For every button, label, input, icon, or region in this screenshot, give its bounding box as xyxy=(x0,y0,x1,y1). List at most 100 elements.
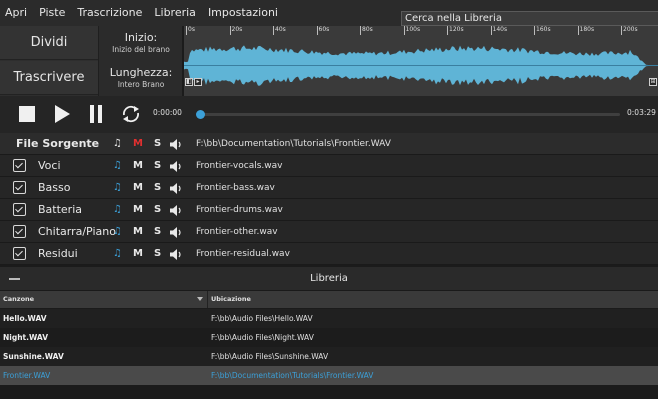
speaker-icon[interactable] xyxy=(170,249,182,260)
library-table-header: Canzone Ubicazione xyxy=(0,291,658,308)
ruler-tick xyxy=(490,26,492,35)
ruler-tick xyxy=(273,26,274,35)
table-row[interactable]: Night.WAV F:\bb\Audio Files\Night.WAV xyxy=(0,328,658,347)
track-name: Voci xyxy=(38,159,61,172)
music-note-icon[interactable]: ♫ xyxy=(113,155,122,177)
zoom-in-icon[interactable]: ⊞ xyxy=(649,78,657,86)
time-ruler: 0s 20s 40s 60s 80s 100s 120s 140s 160s 180s 200s xyxy=(184,26,658,35)
ruler-tick xyxy=(403,26,405,35)
solo-button[interactable]: S xyxy=(154,243,161,265)
transcribe-button[interactable]: Trascrivere xyxy=(0,61,98,95)
solo-button[interactable]: S xyxy=(154,221,161,243)
column-location[interactable]: Ubicazione xyxy=(211,291,251,308)
solo-button[interactable]: S xyxy=(154,199,161,221)
track-name: Basso xyxy=(38,181,71,194)
track-row-vocals: Voci ♫ M S Frontier-vocals.wav xyxy=(0,155,658,177)
speaker-icon[interactable] xyxy=(170,183,182,194)
ruler-tick xyxy=(447,26,448,35)
mute-button[interactable]: M xyxy=(133,133,143,155)
table-row[interactable]: Sunshine.WAV F:\bb\Audio Files\Sunshine.… xyxy=(0,347,658,366)
mute-button[interactable]: M xyxy=(133,243,143,265)
track-checkbox[interactable] xyxy=(13,203,26,216)
column-divider[interactable] xyxy=(207,291,208,308)
start-selector[interactable]: Inizio: Inizio del brano xyxy=(99,26,183,60)
seek-bar[interactable] xyxy=(198,113,620,116)
track-name: Chitarra/Piano xyxy=(38,225,116,238)
song-name: Sunshine.WAV xyxy=(3,352,64,361)
table-row[interactable]: Hello.WAV F:\bb\Audio Files\Hello.WAV xyxy=(0,309,658,328)
column-song[interactable]: Canzone xyxy=(3,291,34,308)
start-value: Inizio del brano xyxy=(112,45,170,54)
menu-library[interactable]: Libreria xyxy=(148,0,202,26)
ruler-tick-label: 100s xyxy=(405,26,421,33)
ruler-tick-label: 40s xyxy=(275,26,286,33)
speaker-icon[interactable] xyxy=(170,139,182,150)
track-list: File Sorgente ♫ M S F:\bb\Documentation\… xyxy=(0,133,658,265)
mute-button[interactable]: M xyxy=(133,177,143,199)
music-note-icon[interactable]: ♫ xyxy=(113,243,122,265)
scroll-right-icon[interactable]: ▸ xyxy=(194,78,202,86)
track-file-name: Frontier-other.wav xyxy=(196,227,278,237)
menu-tracks[interactable]: Piste xyxy=(33,0,71,26)
track-row-drums: Batteria ♫ M S Frontier-drums.wav xyxy=(0,199,658,221)
mute-button[interactable]: M xyxy=(133,155,143,177)
ruler-tick-label: 160s xyxy=(536,26,551,33)
length-value: Intero Brano xyxy=(117,80,165,89)
track-name: Batteria xyxy=(38,203,82,216)
music-note-icon[interactable]: ♫ xyxy=(113,177,122,199)
ruler-tick-label: 20s xyxy=(231,26,243,33)
ruler-tick xyxy=(360,26,361,35)
track-checkbox[interactable] xyxy=(13,159,26,172)
track-row-residual: Residui ♫ M S Frontier-residual.wav xyxy=(0,243,658,265)
menu-transcription[interactable]: Trascrizione xyxy=(71,0,148,26)
solo-button[interactable]: S xyxy=(154,133,161,155)
length-selector[interactable]: Lunghezza: Intero Brano xyxy=(99,61,183,95)
speaker-icon[interactable] xyxy=(170,161,182,172)
ruler-tick-label: 200s xyxy=(623,26,638,33)
start-label: Inizio: xyxy=(124,31,158,44)
zoom-out-icon[interactable]: ◧ xyxy=(185,78,193,86)
action-panel: Dividi Trascrivere xyxy=(0,26,98,96)
track-checkbox[interactable] xyxy=(13,181,26,194)
mute-button[interactable]: M xyxy=(133,221,143,243)
mute-button[interactable]: M xyxy=(133,199,143,221)
menu-settings[interactable]: Impostazioni xyxy=(202,0,284,26)
ruler-tick-label: 60s xyxy=(318,26,330,33)
solo-button[interactable]: S xyxy=(154,155,161,177)
ruler-tick xyxy=(186,26,187,35)
play-button[interactable] xyxy=(52,104,72,124)
menu-open[interactable]: Apri xyxy=(0,0,33,26)
song-location: F:\bb\Audio Files\Hello.WAV xyxy=(211,314,313,323)
stop-button[interactable] xyxy=(17,104,37,124)
speaker-icon[interactable] xyxy=(170,205,182,216)
pause-icon xyxy=(90,105,102,123)
play-icon xyxy=(55,105,70,123)
ruler-tick xyxy=(534,26,535,35)
table-row-selected[interactable]: Frontier.WAV F:\bb\Documentation\Tutoria… xyxy=(0,366,658,385)
split-button[interactable]: Dividi xyxy=(0,26,98,60)
track-checkbox[interactable] xyxy=(13,225,26,238)
pause-button[interactable] xyxy=(86,104,106,124)
music-note-icon[interactable]: ♫ xyxy=(113,199,122,221)
song-name: Hello.WAV xyxy=(3,314,47,323)
waveform xyxy=(184,45,658,86)
menu-bar: Apri Piste Trascrizione Libreria Imposta… xyxy=(0,0,658,26)
music-note-icon[interactable]: ♫ xyxy=(113,133,122,155)
sort-down-icon[interactable] xyxy=(197,297,203,301)
library-search-input[interactable]: Cerca nella Libreria xyxy=(401,11,658,26)
total-time: 0:03:29 xyxy=(627,108,656,117)
song-name: Night.WAV xyxy=(3,333,49,342)
length-label: Lunghezza: xyxy=(109,66,173,79)
song-location: F:\bb\Documentation\Tutorials\Frontier.W… xyxy=(211,371,374,380)
music-note-icon[interactable]: ♫ xyxy=(113,221,122,243)
track-file-name: Frontier-bass.wav xyxy=(196,183,275,193)
seek-handle[interactable] xyxy=(196,110,205,119)
solo-button[interactable]: S xyxy=(154,177,161,199)
ruler-tick-label: 80s xyxy=(362,26,373,33)
library-title: Libreria xyxy=(310,273,348,284)
current-time: 0:00:00 xyxy=(153,108,182,117)
waveform-view[interactable]: 0s 20s 40s 60s 80s 100s 120s 140s 160s 180s 200s ◧… xyxy=(184,26,658,96)
loop-button[interactable] xyxy=(119,104,143,124)
speaker-icon[interactable] xyxy=(170,227,182,238)
track-checkbox[interactable] xyxy=(13,247,26,260)
